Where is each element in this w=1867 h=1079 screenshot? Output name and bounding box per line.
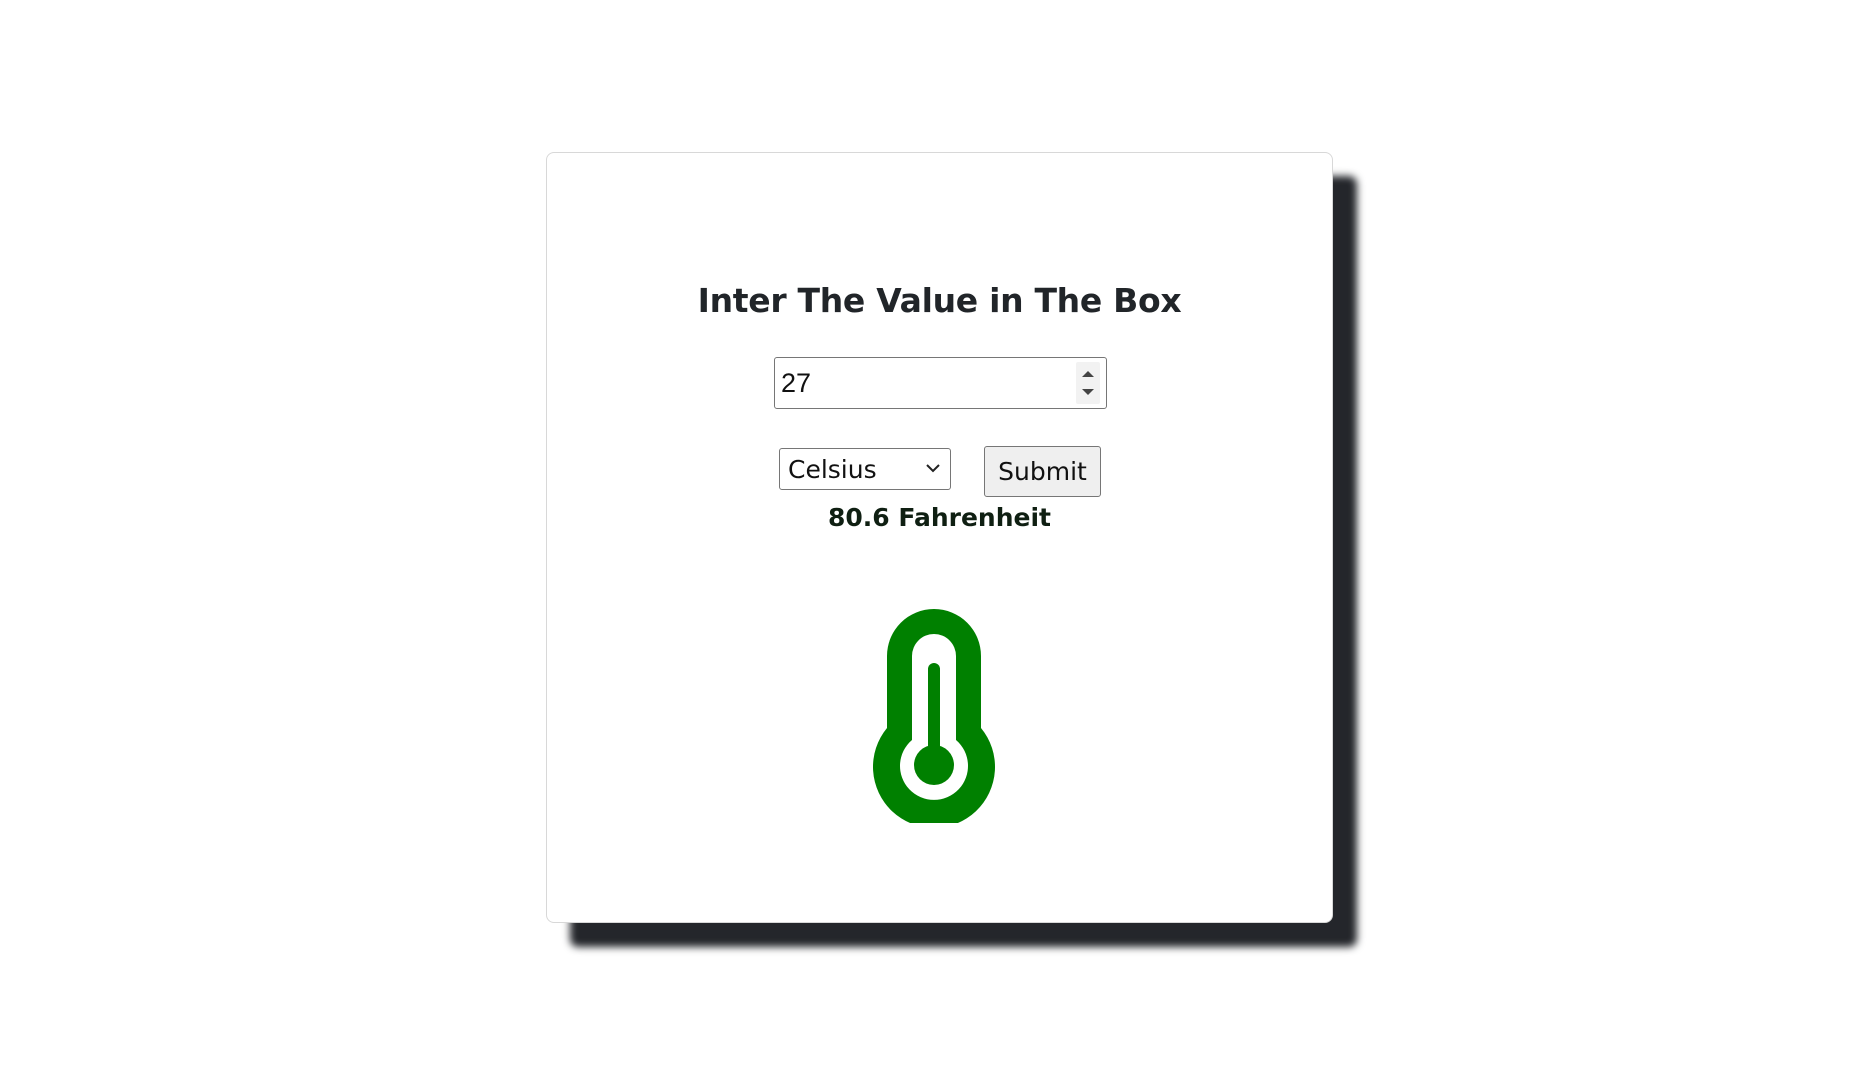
temperature-input-value: 27 (781, 368, 812, 398)
spin-down-icon[interactable] (1082, 389, 1094, 395)
converter-card: Inter The Value in The Box 27 Celsius Su… (546, 152, 1333, 923)
thermometer-icon (873, 609, 995, 823)
page-title: Inter The Value in The Box (697, 281, 1182, 320)
spin-up-icon[interactable] (1082, 371, 1094, 377)
number-spinner-icon[interactable] (1076, 362, 1100, 404)
submit-button[interactable]: Submit (984, 446, 1101, 497)
chevron-down-icon (926, 464, 940, 473)
unit-select-value: Celsius (788, 455, 877, 484)
unit-select[interactable]: Celsius (779, 448, 951, 490)
temperature-input[interactable]: 27 (774, 357, 1107, 409)
conversion-result: 80.6 Fahrenheit (827, 503, 1052, 532)
